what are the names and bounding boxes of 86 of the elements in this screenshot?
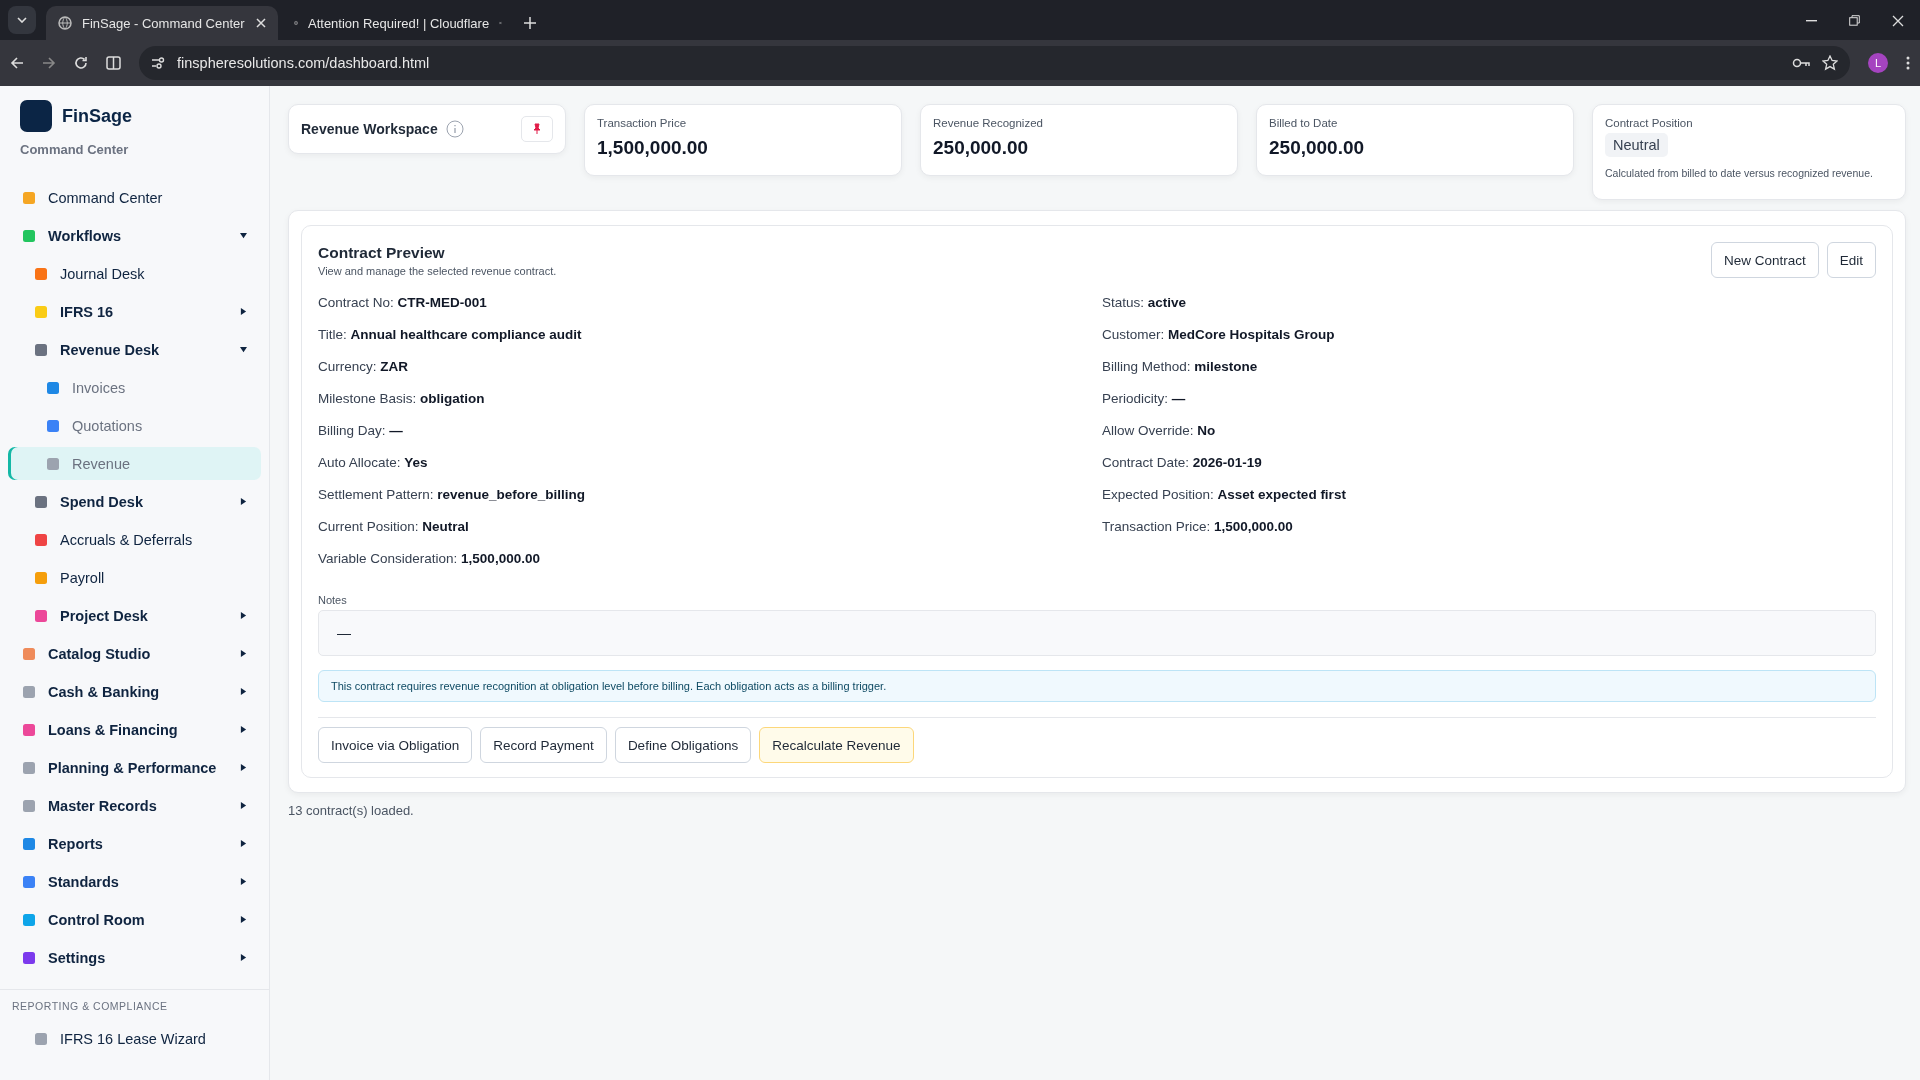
sidebar-item[interactable]: Master Records — [8, 789, 261, 822]
sidebar-item[interactable]: Standards — [8, 865, 261, 898]
profile-avatar[interactable]: L — [1868, 53, 1888, 73]
tab-list-button[interactable] — [8, 6, 36, 34]
field-text: Status: active — [1102, 294, 1187, 310]
pin-icon — [531, 123, 543, 135]
notes-box: — — [318, 610, 1876, 656]
field-text: Title: Annual healthcare compliance audit — [318, 326, 582, 342]
position-note: Calculated from billed to date versus recognized revenue. — [1605, 167, 1874, 179]
field-text: Allow Override: No — [1102, 422, 1216, 438]
stat-label: Transaction Price — [597, 117, 688, 129]
action-button[interactable]: Edit — [1826, 242, 1876, 278]
restore-icon[interactable] — [1849, 15, 1860, 26]
site-settings-icon[interactable] — [151, 57, 165, 69]
field-text: Variable Consideration: 1,500,000.00 — [318, 550, 540, 566]
sidebar-item[interactable]: Loans & Financing — [8, 713, 261, 746]
pin-button[interactable] — [521, 116, 553, 142]
stat-value: 250,000.00 — [933, 137, 1030, 159]
field-text: Contract No: CTR-MED-001 — [318, 294, 487, 310]
address-bar[interactable]: finspheresolutions.com/dashboard.html — [139, 46, 1850, 80]
sidebar-item[interactable]: Journal Desk — [8, 257, 261, 290]
field-text: Expected Position: Asset expected first — [1102, 486, 1346, 502]
preview-title: Contract Preview — [318, 244, 446, 262]
sidebar-item[interactable]: Quotations — [8, 409, 261, 442]
star-icon[interactable] — [1822, 55, 1838, 71]
sidebar-item[interactable]: Invoices — [8, 371, 261, 404]
new-tab-icon[interactable] — [524, 17, 536, 29]
field-text: Settlement Pattern: revenue_before_billing — [318, 486, 586, 502]
status-text: 13 contract(s) loaded. — [288, 803, 415, 818]
split-view-icon[interactable] — [106, 56, 121, 70]
workspace-title: Revenue Workspace — [301, 121, 438, 137]
sidebar-item[interactable]: IFRS 16 — [8, 295, 261, 328]
chevron-icon — [17, 17, 27, 23]
browser-tab[interactable]: FinSage - Command Center — [46, 6, 278, 40]
notes-label: Notes — [318, 594, 348, 606]
action-button[interactable]: New Contract — [1710, 242, 1819, 278]
section-heading: REPORTING & COMPLIANCE — [11, 1000, 169, 1014]
stat-value: 250,000.00 — [1269, 137, 1366, 159]
field-text: Milestone Basis: obligation — [318, 390, 485, 406]
sidebar-item[interactable]: Accruals & Deferrals — [8, 523, 261, 556]
tab-title: Attention Required! | Cloudflare — [308, 15, 490, 31]
sidebar-item[interactable]: Spend Desk — [8, 485, 261, 518]
brand-subtitle: Command Center — [19, 141, 130, 159]
field-text: Current Position: Neutral — [318, 518, 469, 534]
tab-title: FinSage - Command Center — [82, 15, 246, 31]
back-icon[interactable] — [10, 56, 24, 70]
position-badge: Neutral — [1605, 133, 1668, 157]
key-icon[interactable] — [1792, 58, 1810, 68]
sidebar-item[interactable]: Catalog Studio — [8, 637, 261, 670]
brand-name: FinSage — [62, 105, 132, 127]
preview-subtitle: View and manage the selected revenue contract. — [318, 265, 557, 277]
sidebar-item[interactable]: Workflows — [8, 219, 261, 252]
sidebar-item[interactable]: IFRS 16 Lease Wizard — [8, 1022, 261, 1055]
field-text: Billing Day: — — [318, 422, 403, 438]
stat-value: 1,500,000.00 — [597, 137, 709, 159]
field-text: Contract Date: 2026-01-19 — [1102, 454, 1262, 470]
stat-label: Billed to Date — [1269, 117, 1339, 129]
action-button[interactable]: Define Obligations — [614, 727, 752, 763]
stat-label: Contract Position — [1605, 117, 1694, 129]
field-text: Auto Allocate: Yes — [318, 454, 428, 470]
logo — [20, 100, 52, 132]
sidebar-item[interactable]: Planning & Performance — [8, 751, 261, 784]
sidebar-item[interactable]: Revenue — [8, 447, 261, 480]
action-button[interactable]: Record Payment — [480, 727, 607, 763]
info-banner: This contract requires revenue recognition at obligation level before billing. Each obligation acts as a billing trigger. — [318, 670, 1876, 702]
sidebar-item[interactable]: Command Center — [8, 181, 261, 214]
sidebar-item[interactable]: Revenue Desk — [8, 333, 261, 366]
field-text: Transaction Price: 1,500,000.00 — [1102, 518, 1293, 534]
url-text: finspheresolutions.com/dashboard.html — [177, 55, 431, 71]
field-text: Periodicity: — — [1102, 390, 1186, 406]
sidebar-item[interactable]: Cash & Banking — [8, 675, 261, 708]
action-button[interactable]: Invoice via Obligation — [318, 727, 473, 763]
sidebar-item[interactable]: Control Room — [8, 903, 261, 936]
field-text: Customer: MedCore Hospitals Group — [1102, 326, 1335, 342]
sidebar-item[interactable]: Reports — [8, 827, 261, 860]
action-button[interactable]: Recalculate Revenue — [759, 727, 914, 763]
sidebar-item[interactable]: Project Desk — [8, 599, 261, 632]
field-text: Currency: ZAR — [318, 358, 409, 374]
reload-icon[interactable] — [74, 56, 88, 70]
browser-tab[interactable]: Attention Required! | Cloudflare — [282, 6, 514, 40]
sidebar-item[interactable]: Settings — [8, 941, 261, 974]
forward-icon[interactable] — [42, 56, 56, 70]
stat-label: Revenue Recognized — [933, 117, 1044, 129]
sidebar-item[interactable]: Payroll — [8, 561, 261, 594]
minimize-icon[interactable] — [1806, 20, 1817, 22]
field-text: Billing Method: milestone — [1102, 358, 1258, 374]
